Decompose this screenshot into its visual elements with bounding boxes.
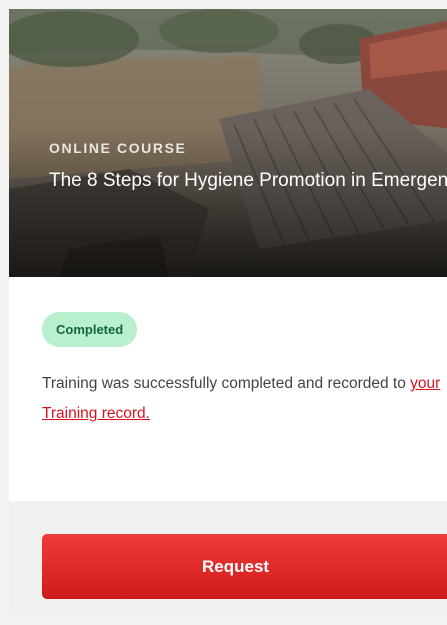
- status-badge: Completed: [42, 312, 138, 347]
- completion-message-text: Training was successfully completed and …: [42, 375, 411, 392]
- course-type-label: ONLINE COURSE: [49, 140, 187, 156]
- card-footer: Request: [9, 501, 447, 615]
- request-button[interactable]: Request: [42, 534, 447, 599]
- hero-text: ONLINE COURSE The 8 Steps for Hygiene Pr…: [49, 140, 447, 199]
- completion-message: Training was successfully completed and …: [42, 369, 447, 429]
- course-hero-image: ONLINE COURSE The 8 Steps for Hygiene Pr…: [9, 9, 447, 277]
- course-title[interactable]: The 8 Steps for Hygiene Promotion in Eme…: [49, 162, 447, 199]
- course-card: ONLINE COURSE The 8 Steps for Hygiene Pr…: [9, 9, 447, 615]
